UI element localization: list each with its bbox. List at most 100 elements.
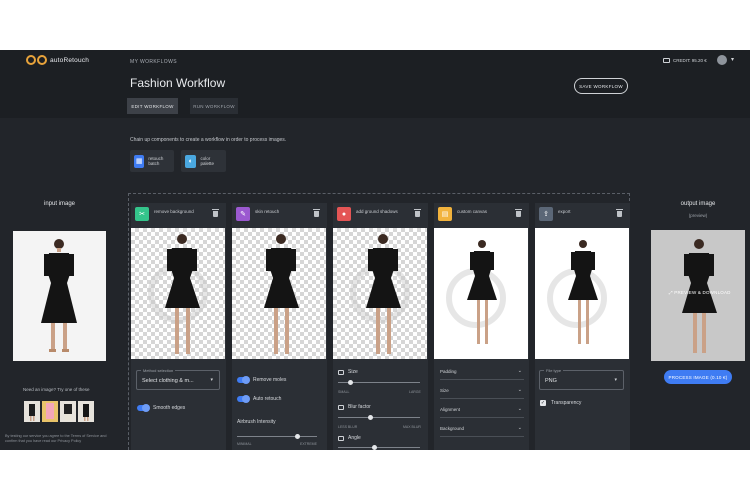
- component-preview-image: [535, 228, 629, 359]
- credits-display[interactable]: CREDIT: 95.20 €: [663, 58, 707, 63]
- tab-run-workflow[interactable]: RUN WORKFLOW: [190, 98, 238, 114]
- credits-text: CREDIT: 95.20 €: [673, 58, 707, 63]
- accordion-label: Alignment: [440, 407, 461, 412]
- component-preview-image: [434, 228, 528, 359]
- export-icon: ⇪: [539, 207, 553, 221]
- avatar[interactable]: [717, 55, 727, 65]
- component-chip-color-palette[interactable]: ◐ color palette: [181, 150, 226, 172]
- output-image[interactable]: ⤢ PREVIEW & DOWNLOAD: [651, 230, 745, 361]
- component-title: add ground shadows: [356, 209, 398, 214]
- blur-slider-track[interactable]: [338, 417, 420, 418]
- chevron-down-icon: ⌄: [517, 387, 522, 393]
- component-title: skin retouch: [255, 209, 280, 214]
- method-select[interactable]: Method selection Select clothing & m... …: [136, 368, 220, 390]
- logo-text: autoRetouch: [50, 56, 90, 64]
- blur-icon: [338, 405, 344, 410]
- slider-max-label: LARGE: [409, 390, 421, 394]
- chevron-down-icon[interactable]: ▾: [731, 56, 734, 63]
- select-caption: File type: [544, 368, 564, 373]
- sample-image[interactable]: [24, 401, 40, 422]
- grid-icon: ▦: [134, 154, 145, 168]
- credit-card-icon: [663, 58, 670, 63]
- app-window: autoRetouch MY WORKFLOWS Fashion Workflo…: [0, 50, 750, 450]
- tab-edit-workflow[interactable]: EDIT WORKFLOW: [127, 98, 178, 114]
- chip-label: retouch batch: [148, 156, 164, 166]
- accordion-padding[interactable]: Padding ⌄: [440, 364, 524, 380]
- trash-icon[interactable]: [212, 209, 219, 217]
- canvas-icon: ▤: [438, 207, 452, 221]
- select-value: Select clothing & m...: [142, 378, 194, 384]
- scissors-icon: ✂: [135, 207, 149, 221]
- chip-label: color palette: [200, 156, 214, 166]
- chevron-down-icon: ⌄: [517, 425, 522, 431]
- breadcrumb[interactable]: MY WORKFLOWS: [130, 59, 177, 65]
- size-slider-handle[interactable]: [347, 380, 353, 385]
- slider-min-label: LESS BLUR: [338, 425, 358, 429]
- model-result: [682, 239, 717, 353]
- component-title: export: [558, 209, 571, 214]
- accordion-label: Background: [440, 426, 465, 431]
- accordion-alignment[interactable]: Alignment ⌄: [440, 402, 524, 418]
- remove-moles-toggle[interactable]: [237, 376, 250, 384]
- sample-image[interactable]: [42, 401, 58, 422]
- model-cutout: [165, 234, 200, 354]
- component-header: ● add ground shadows: [333, 203, 428, 225]
- airbrush-slider-handle[interactable]: [294, 434, 300, 439]
- logo-mark-icon: [26, 55, 47, 65]
- trash-icon[interactable]: [515, 209, 522, 217]
- accordion-background[interactable]: Background ⌄: [440, 421, 524, 437]
- component-title: remove background: [154, 209, 194, 214]
- file-type-select[interactable]: File type PNG ▾: [539, 368, 624, 390]
- sample-photo: [29, 404, 35, 421]
- size-icon: [338, 370, 344, 375]
- chevron-down-icon: ⌄: [517, 368, 522, 374]
- sample-image[interactable]: [78, 401, 94, 422]
- model-cutout: [264, 234, 299, 354]
- angle-icon: [338, 436, 344, 441]
- accordion-size[interactable]: Size ⌄: [440, 383, 524, 399]
- slider-label: Angle: [348, 435, 361, 441]
- preview-download-overlay[interactable]: ⤢ PREVIEW & DOWNLOAD: [669, 290, 731, 295]
- toggle-label: Auto retouch: [253, 396, 282, 402]
- trash-icon[interactable]: [616, 209, 623, 217]
- select-caption: Method selection: [141, 368, 176, 373]
- sample-photo: [46, 403, 54, 419]
- component-header: ⇪ export: [535, 203, 630, 225]
- slider-min-label: SMALL: [338, 390, 350, 394]
- trash-icon[interactable]: [313, 209, 320, 217]
- smooth-edges-toggle[interactable]: [137, 404, 150, 412]
- select-value: PNG: [545, 378, 557, 384]
- auto-retouch-toggle[interactable]: [237, 395, 250, 403]
- model-cutout: [568, 240, 598, 344]
- page-title: Fashion Workflow: [130, 76, 226, 90]
- airbrush-slider-track[interactable]: [237, 436, 317, 437]
- slider-label: Size: [348, 369, 358, 375]
- sample-image[interactable]: [60, 401, 76, 422]
- component-chip-retouch-batch[interactable]: ▦ retouch batch: [130, 150, 174, 172]
- sample-images: [24, 401, 94, 422]
- intro-text: Chain up components to create a workflow…: [130, 137, 287, 143]
- transparency-checkbox[interactable]: ✓: [540, 400, 546, 406]
- palette-icon: ◐: [185, 154, 197, 168]
- component-preview-image: [131, 228, 225, 359]
- checkbox-label: Transparency: [551, 400, 582, 406]
- top-bar: autoRetouch MY WORKFLOWS Fashion Workflo…: [0, 50, 750, 118]
- toggle-label: Remove moles: [253, 377, 287, 383]
- angle-slider-track[interactable]: [338, 447, 420, 448]
- model-cutout: [467, 240, 497, 344]
- sample-photo: [64, 404, 72, 421]
- slider-min-label: MINIMAL: [237, 442, 252, 446]
- toggle-label: Smooth edges: [153, 405, 186, 411]
- sample-photo: [83, 404, 89, 421]
- chevron-down-icon: ▾: [210, 377, 213, 383]
- input-image[interactable]: [13, 231, 106, 361]
- overlay-label: PREVIEW & DOWNLOAD: [674, 290, 731, 295]
- logo[interactable]: autoRetouch: [26, 55, 89, 65]
- process-image-button[interactable]: PROCESS IMAGE (0.10 €): [664, 370, 732, 384]
- save-workflow-button[interactable]: SAVE WORKFLOW: [574, 78, 628, 94]
- slider-label: Airbrush Intensity: [237, 419, 276, 425]
- trash-icon[interactable]: [414, 209, 421, 217]
- component-header: ▤ custom canvas: [434, 203, 529, 225]
- output-image-label: output image: [680, 201, 716, 207]
- accordion-label: Size: [440, 388, 449, 393]
